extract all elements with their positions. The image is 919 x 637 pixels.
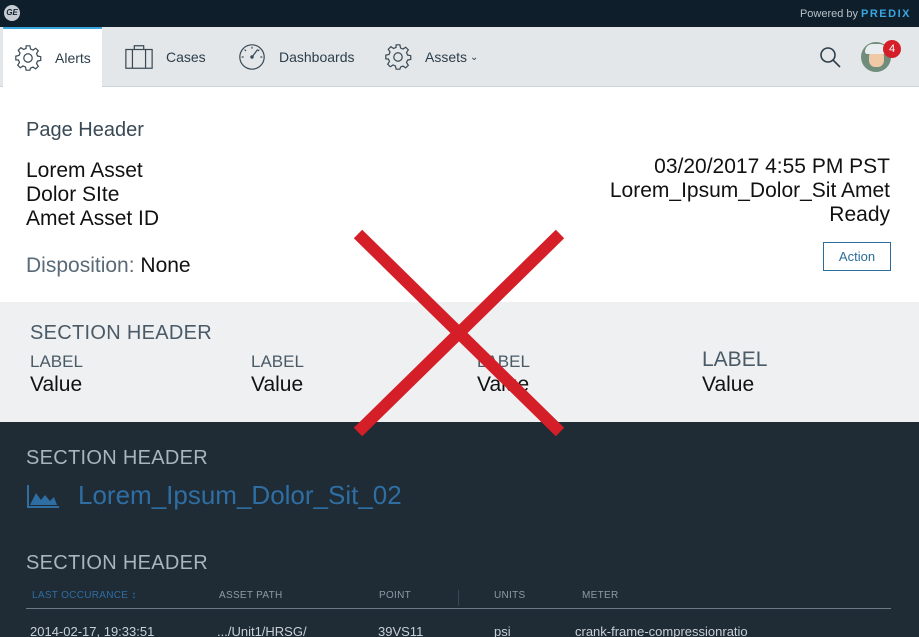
powered-by-label: Powered by [799,8,859,20]
section-header: SECTION HEADER [30,322,213,344]
predix-logo: PREDIX [861,8,911,20]
table-cell: .../Unit1/HRSG/ [217,624,307,637]
page-header: Page Header Lorem Asset Dolor SIte Amet … [0,88,919,302]
notification-badge[interactable]: 4 [883,40,901,58]
status-text: Ready [829,203,890,226]
field: LABEL Value [702,348,767,397]
nav-item-assets[interactable]: Assets ⌄ [383,27,478,87]
field: LABEL Value [251,352,304,397]
field-label: LABEL [251,352,304,371]
chevron-down-icon: ⌄ [470,51,479,63]
nav-item-label: Alerts [55,50,91,66]
section-light: SECTION HEADER LABEL Value LABEL Value L… [0,302,919,422]
gauge-icon [239,44,265,70]
column-header-last-occurance[interactable]: LAST OCCURANCE ↕ [32,590,137,601]
table-cell: psi [494,624,511,637]
asset-name: Lorem Asset [26,159,143,182]
nav-item-label: Assets [425,49,468,65]
nav-item-alerts[interactable]: Alerts [3,27,102,87]
main-nav: Alerts Cases Dashboards Assets ⌄ [0,27,919,87]
table-cell: 39VS11 [378,624,424,637]
header-meta: 03/20/2017 4:55 PM PST Lorem_Ipsum_Dolor… [610,155,890,227]
page-title: Page Header [26,119,144,141]
powered-by: Powered by PREDIX [800,8,911,20]
disposition-value: None [140,254,191,277]
column-header-asset-path[interactable]: ASSET PATH [219,590,283,601]
disposition-label: Disposition: [26,254,135,277]
table-row[interactable]: 2014-02-17, 19:33:51 .../Unit1/HRSG/ 39V… [26,622,891,637]
field-label: LABEL [702,348,768,371]
action-button[interactable]: Action [823,242,891,271]
section-header: SECTION HEADER [26,552,209,574]
sort-icon[interactable]: ↕ [131,590,136,601]
ge-logo[interactable]: GE [4,5,20,21]
gear-icon [15,45,42,71]
table-cell: crank-frame-compressionratio [575,624,748,637]
field: LABEL Value [30,352,83,397]
field-label: LABEL [30,352,83,371]
column-header-units[interactable]: UNITS [494,590,526,601]
field-value: Value [251,373,304,396]
header-subtitle: Lorem_Ipsum_Dolor_Sit Amet [609,179,890,202]
asset-site: Dolor SIte [26,183,120,206]
field: LABEL Value [477,352,530,397]
nav-item-cases[interactable]: Cases [124,27,206,87]
search-icon[interactable] [818,45,842,69]
table-header: LAST OCCURANCE ↕ ASSET PATH POINT UNITS … [26,588,891,609]
timestamp: 03/20/2017 4:55 PM PST [654,155,890,178]
column-header-meter[interactable]: METER [582,590,619,601]
field-label: LABEL [477,352,530,371]
disposition: Disposition: None [26,254,191,278]
column-header-point[interactable]: POINT [379,590,411,601]
table-cell: 2014-02-17, 19:33:51 [30,624,155,637]
asset-link[interactable]: Lorem_Ipsum_Dolor_Sit_02 [26,480,402,511]
section-header: SECTION HEADER [26,447,209,469]
field-value: Value [702,373,755,396]
asset-info: Lorem Asset Dolor SIte Amet Asset ID [26,159,159,231]
asset-id: Amet Asset ID [26,207,160,230]
area-chart-icon [27,484,59,508]
brand-bar: GE Powered by PREDIX [0,0,919,27]
nav-item-label: Cases [166,49,206,65]
cases-icon [125,45,153,69]
field-value: Value [477,373,530,396]
gear-icon [385,44,412,70]
column-divider [458,590,459,606]
field-value: Value [30,373,83,396]
asset-link-text[interactable]: Lorem_Ipsum_Dolor_Sit_02 [78,480,402,511]
nav-item-label: Dashboards [279,49,355,65]
nav-item-dashboards[interactable]: Dashboards [237,27,355,87]
section-dark: SECTION HEADER Lorem_Ipsum_Dolor_Sit_02 … [0,422,919,637]
